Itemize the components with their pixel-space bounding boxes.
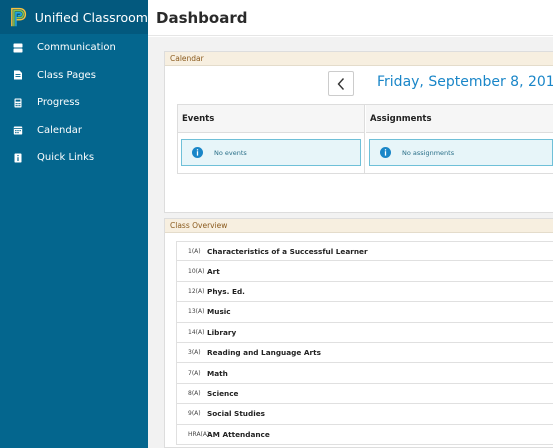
document-icon <box>13 70 23 80</box>
assignments-column: Assignments No assignments <box>366 105 553 173</box>
class-period: 3(A) <box>188 349 201 357</box>
class-row[interactable]: 14(A) Library <box>176 322 553 343</box>
calendar-panel: Calendar Friday, September 8, 2017 Event… <box>164 51 553 213</box>
class-row[interactable]: 8(A) Science <box>176 383 553 405</box>
sidebar-item-label: Progress <box>37 97 80 109</box>
class-row[interactable]: HRA(A) AM Attendance <box>176 424 553 445</box>
calendar-columns: Events No events Assignments No assignme… <box>177 104 553 174</box>
sidebar-item-label: Quick Links <box>37 152 95 164</box>
calculator-icon <box>13 98 23 108</box>
class-period: 7(A) <box>188 369 201 377</box>
events-column: Events No events <box>178 105 365 173</box>
assignments-heading: Assignments <box>366 105 553 133</box>
class-name: Characteristics of a Successful Learner <box>207 246 368 256</box>
class-row[interactable]: 3(A) Reading and Language Arts <box>176 342 553 364</box>
top-header: Dashboard <box>148 0 553 36</box>
class-list: 1(A) Characteristics of a Successful Lear… <box>176 241 553 445</box>
class-period: 8(A) <box>188 389 201 397</box>
calendar-date: Friday, September 8, 2017 <box>377 74 553 90</box>
sidebar-item-class-pages[interactable]: Class Pages <box>0 62 148 90</box>
previous-day-button[interactable] <box>328 71 354 96</box>
class-name: Music <box>207 307 231 317</box>
powerschool-logo-icon <box>11 7 27 27</box>
sidebar-item-label: Communication <box>37 42 116 54</box>
no-events-text: No events <box>214 148 247 157</box>
class-period: 10(A) <box>188 267 205 275</box>
comments-icon <box>13 43 23 53</box>
class-name: Library <box>207 327 237 337</box>
calendar-panel-title: Calendar <box>165 52 553 66</box>
class-overview-title: Class Overview <box>165 219 553 233</box>
sidebar-item-label: Class Pages <box>37 69 96 81</box>
class-period: 13(A) <box>188 308 205 316</box>
class-name: Reading and Language Arts <box>207 348 321 358</box>
class-row[interactable]: 9(A) Social Studies <box>176 404 553 425</box>
sidebar-item-quick-links[interactable]: Quick Links <box>0 144 148 172</box>
class-row[interactable]: 12(A) Phys. Ed. <box>176 281 553 303</box>
no-events-alert: No events <box>181 139 361 166</box>
info-icon <box>380 147 391 158</box>
calendar-icon <box>13 125 23 135</box>
main-content: Calendar Friday, September 8, 2017 Event… <box>148 37 553 448</box>
events-heading: Events <box>178 105 364 133</box>
chevron-left-icon <box>337 77 345 90</box>
sidebar-item-label: Calendar <box>37 124 82 136</box>
class-overview-panel: Class Overview 1(A) Characteristics of a … <box>164 218 553 448</box>
class-name: Phys. Ed. <box>207 286 245 296</box>
no-assignments-alert: No assignments <box>369 139 553 166</box>
class-name: AM Attendance <box>207 429 270 439</box>
sidebar-item-communication[interactable]: Communication <box>0 34 148 62</box>
class-row[interactable]: 1(A) Characteristics of a Successful Lear… <box>176 241 553 262</box>
class-row[interactable]: 10(A) Art <box>176 261 553 282</box>
page-title: Dashboard <box>156 9 248 27</box>
class-period: 14(A) <box>188 328 205 336</box>
class-period: 1(A) <box>188 247 201 255</box>
class-name: Science <box>207 388 239 398</box>
class-name: Art <box>207 266 220 276</box>
class-row[interactable]: 13(A) Music <box>176 302 553 323</box>
brand-bar[interactable]: Unified Classroom <box>0 0 148 34</box>
sidebar: Unified Classroom Communication Class Pa… <box>0 0 148 448</box>
sidebar-item-calendar[interactable]: Calendar <box>0 117 148 145</box>
info-icon <box>192 147 203 158</box>
no-assignments-text: No assignments <box>402 148 455 157</box>
class-name: Social Studies <box>207 409 266 419</box>
sidebar-item-progress[interactable]: Progress <box>0 89 148 117</box>
class-name: Math <box>207 368 228 378</box>
class-period: 9(A) <box>188 410 201 418</box>
class-period: HRA(A) <box>188 430 210 438</box>
class-row[interactable]: 7(A) Math <box>176 363 553 384</box>
class-period: 12(A) <box>188 287 205 295</box>
link-icon <box>13 153 23 163</box>
brand-name: Unified Classroom <box>34 9 148 25</box>
